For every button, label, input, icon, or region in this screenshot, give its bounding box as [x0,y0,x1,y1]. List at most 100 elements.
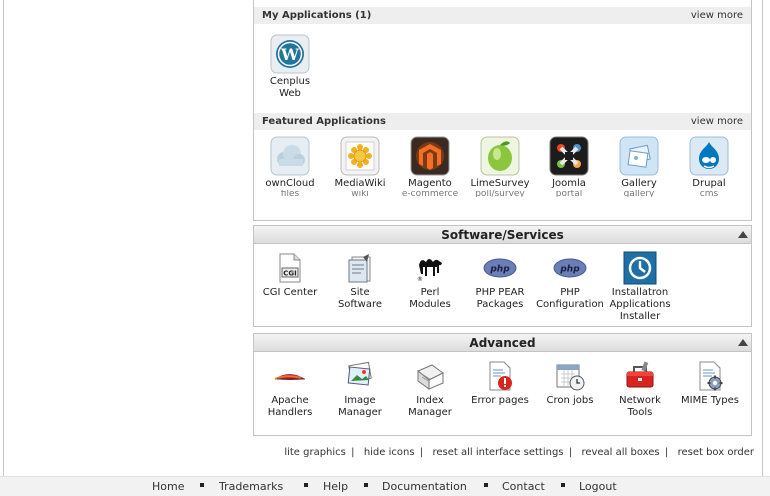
installatron-item[interactable]: Installatron Applications Installer [603,251,677,323]
footer-help-link[interactable]: Help [323,480,348,493]
feather-icon [253,359,327,393]
footer-contact-link[interactable]: Contact [502,480,545,493]
footer-bullet [200,483,204,487]
featured-app-joomla[interactable]: Joomla portal [532,136,606,197]
mime-types-item[interactable]: MIME Types [673,359,747,407]
perl-modules-item[interactable]: ® Perl Modules [393,251,467,311]
featured-applications-title: Featured Applications [262,116,386,127]
collapse-toggle-icon[interactable] [738,231,748,238]
featured-app-label: Drupal [692,178,726,189]
error-pages-item[interactable]: Error pages [463,359,537,407]
featured-app-category: gallery [623,190,655,197]
featured-app-category: files [280,190,300,197]
cgi-center-item[interactable]: CGI CGI Center [253,251,327,299]
index-manager-item[interactable]: Index Manager [393,359,467,419]
software-services-header[interactable]: Software/Services [254,226,751,244]
footer-bullet [484,483,488,487]
index-manager-icon [393,359,467,393]
featured-app-label: Gallery [621,178,657,189]
item-label-line1: Site [350,287,370,298]
site-software-icon [323,251,397,285]
footer-bullet [364,483,368,487]
svg-text:W: W [280,45,300,64]
item-label-line2: Software [337,299,383,310]
right-frame [762,0,770,476]
mediawiki-icon [323,136,397,176]
apache-handlers-item[interactable]: Apache Handlers [253,359,327,419]
joomla-icon [532,136,606,176]
footer-home-link[interactable]: Home [152,480,184,493]
featured-applications-header: Featured Applications view more [254,113,751,130]
hide-icons-link[interactable]: hide icons [364,447,415,458]
item-label: Cron jobs [546,395,594,406]
applications-panel: My Applications (1) view more W Cenplus … [253,0,752,221]
image-manager-item[interactable]: Image Manager [323,359,397,419]
item-label-line2: Handlers [267,407,313,418]
image-manager-icon [323,359,397,393]
advanced-header[interactable]: Advanced [254,334,751,352]
php-pear-packages-item[interactable]: php PHP PEAR Packages [463,251,537,311]
item-label-line2: Packages [476,299,524,310]
link-separator: | [416,447,427,458]
footer-bullet [561,483,565,487]
magento-icon [393,136,467,176]
item-label-line1: Perl [420,287,440,298]
item-label-line1: Installatron [611,287,669,298]
featured-app-magento[interactable]: Magento e-commerce [393,136,467,197]
item-label-line2: Manager [338,407,382,418]
item-label-line1: Apache [271,395,309,406]
featured-app-category: poll/survey [475,190,525,197]
featured-app-mediawiki[interactable]: MediaWiki wiki [323,136,397,197]
featured-app-label: Joomla [552,178,586,189]
featured-app-label: ownCloud [265,178,315,189]
network-tools-item[interactable]: Network Tools [603,359,677,419]
featured-app-limesurvey[interactable]: LimeSurvey poll/survey [463,136,537,197]
featured-app-label: MediaWiki [334,178,386,189]
my-applications-view-more-link[interactable]: view more [691,10,743,21]
app-cenplus-web[interactable]: W Cenplus Web [253,34,327,100]
featured-app-category: portal [555,190,583,197]
lite-graphics-link[interactable]: lite graphics [284,447,346,458]
item-label-line3: Installer [619,311,661,322]
software-services-box: Software/Services CGI CGI Center Site So… [253,225,752,327]
svg-text:php: php [559,265,580,275]
svg-text:®: ® [417,276,423,283]
site-software-item[interactable]: Site Software [323,251,397,311]
software-services-row: CGI CGI Center Site Software ® Perl Modu… [254,244,751,326]
gallery-icon [602,136,676,176]
mime-gear-icon [673,359,747,393]
error-page-icon [463,359,537,393]
my-applications-row: W Cenplus Web [254,24,751,113]
reset-interface-settings-link[interactable]: reset all interface settings [432,447,563,458]
featured-app-drupal[interactable]: Drupal cms [672,136,746,197]
reveal-all-boxes-link[interactable]: reveal all boxes [581,447,659,458]
item-label: Error pages [471,395,529,406]
item-label-line1: PHP PEAR [475,287,525,298]
featured-app-owncloud[interactable]: ownCloud files [253,136,327,197]
footer-logout-link[interactable]: Logout [579,480,617,493]
interface-links: lite graphics | hide icons | reset all i… [280,447,754,458]
item-label-line2: Manager [408,407,452,418]
left-frame [0,0,4,476]
reset-box-order-link[interactable]: reset box order [678,447,754,458]
footer-documentation-link[interactable]: Documentation [382,480,467,493]
app-label-line1: Cenplus [269,76,311,87]
item-label: MIME Types [681,395,739,406]
featured-app-gallery[interactable]: Gallery gallery [602,136,676,197]
advanced-title: Advanced [469,336,536,350]
owncloud-icon [253,136,327,176]
item-label-line1: PHP [560,287,580,298]
php-configuration-item[interactable]: php PHP Configuration [533,251,607,311]
item-label-line1: Index [416,395,444,406]
featured-app-label: LimeSurvey [470,178,530,189]
item-label-line2: Configuration [536,299,604,310]
featured-app-category: e-commerce [401,190,459,197]
item-label-line2: Modules [409,299,451,310]
featured-applications-view-more-link[interactable]: view more [691,116,743,127]
toolbox-icon [603,359,677,393]
cron-jobs-item[interactable]: Cron jobs [533,359,607,407]
perl-camel-icon: ® [393,251,467,285]
collapse-toggle-icon[interactable] [738,339,748,346]
footer-trademarks-link[interactable]: Trademarks [219,480,283,493]
php-icon: php [533,251,607,285]
